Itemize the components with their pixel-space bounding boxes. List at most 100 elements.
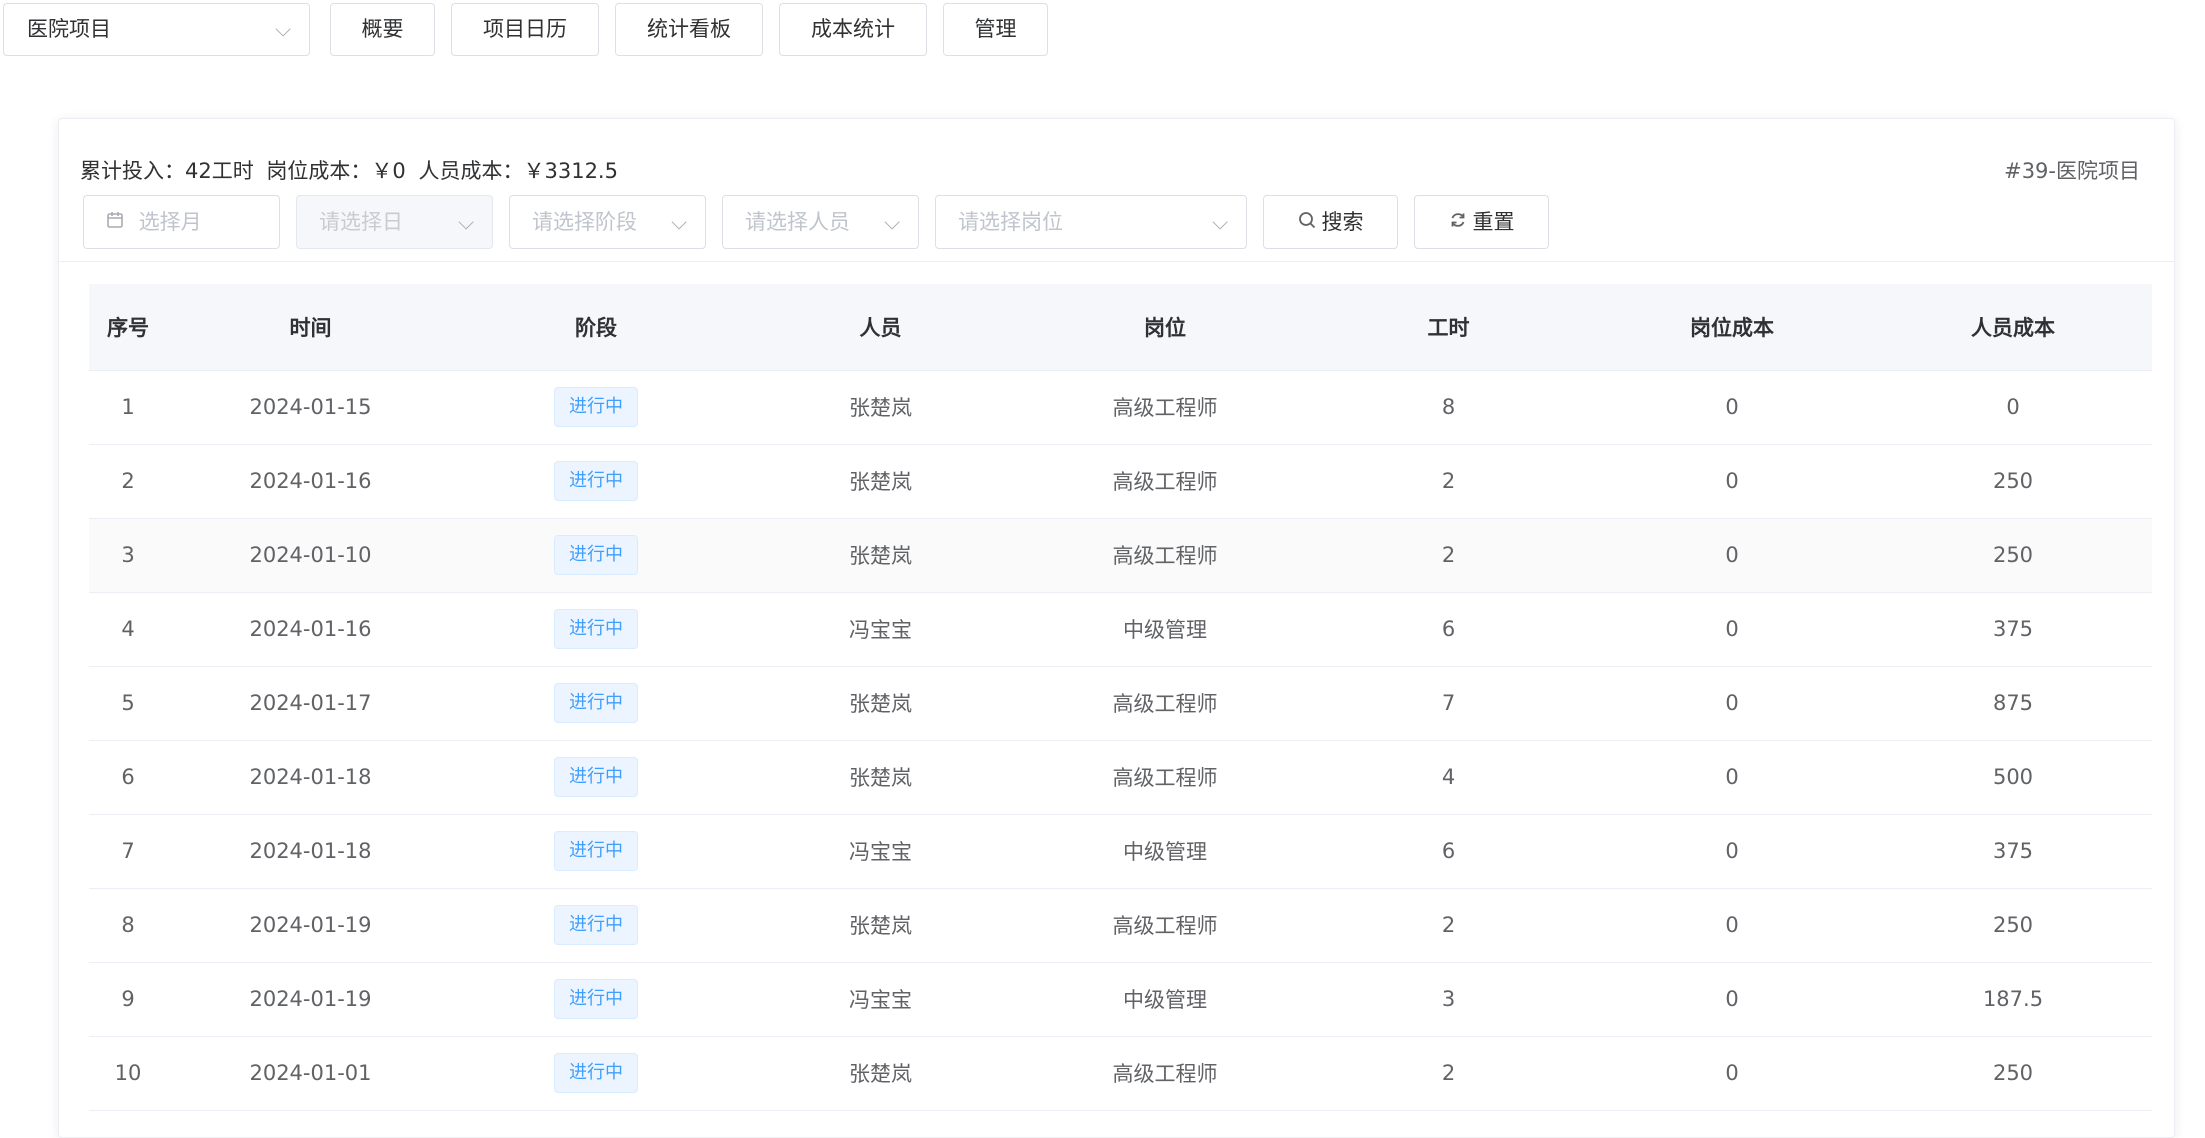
cell-position-cost: 0 (1590, 740, 1874, 815)
project-select-value: 医院项目 (27, 17, 111, 41)
cell-position: 高级工程师 (1023, 370, 1307, 445)
cell-position: 中级管理 (1023, 814, 1307, 889)
table-row[interactable]: 1 2024-01-15 进行中 张楚岚 高级工程师 8 0 0 (89, 370, 2152, 445)
cell-position-cost: 0 (1590, 666, 1874, 741)
cell-time: 2024-01-10 (167, 518, 454, 593)
calendar-icon (106, 196, 124, 248)
cell-position-cost: 0 (1590, 518, 1874, 593)
cell-hours: 2 (1307, 888, 1590, 963)
position-select[interactable]: 请选择岗位 ⌵ (935, 195, 1247, 249)
stage-select[interactable]: 请选择阶段 ⌵ (509, 195, 706, 249)
table-header-row: 序号 时间 阶段 人员 岗位 工时 岗位成本 人员成本 (89, 284, 2152, 371)
col-header-time: 时间 (167, 284, 454, 371)
chevron-down-icon: ⌵ (671, 210, 687, 234)
manage-button[interactable]: 管理 (943, 3, 1048, 56)
table-row[interactable]: 2 2024-01-16 进行中 张楚岚 高级工程师 2 0 250 (89, 444, 2152, 519)
cell-person: 张楚岚 (738, 888, 1023, 963)
cell-position-cost: 0 (1590, 962, 1874, 1037)
col-header-position: 岗位 (1023, 284, 1307, 371)
table-row[interactable]: 6 2024-01-18 进行中 张楚岚 高级工程师 4 0 500 (89, 740, 2152, 815)
cell-personnel-cost: 250 (1874, 888, 2152, 963)
col-header-stage: 阶段 (454, 284, 738, 371)
cell-person: 冯宝宝 (738, 962, 1023, 1037)
table-row[interactable]: 4 2024-01-16 进行中 冯宝宝 中级管理 6 0 375 (89, 592, 2152, 667)
position-placeholder: 请选择岗位 (958, 210, 1063, 234)
position-cost: 岗位成本：￥0 (266, 159, 406, 183)
cell-person: 张楚岚 (738, 740, 1023, 815)
cell-position-cost: 0 (1590, 888, 1874, 963)
chevron-down-icon: ⌵ (275, 17, 291, 41)
cell-personnel-cost: 500 (1874, 740, 2152, 815)
cell-index: 10 (89, 1036, 167, 1111)
cell-position: 高级工程师 (1023, 444, 1307, 519)
cell-person: 张楚岚 (738, 518, 1023, 593)
stage-tag: 进行中 (554, 609, 638, 649)
project-calendar-button[interactable]: 项目日历 (451, 3, 599, 56)
cell-time: 2024-01-18 (167, 814, 454, 889)
cell-personnel-cost: 250 (1874, 444, 2152, 519)
cell-index: 2 (89, 444, 167, 519)
stats-board-button[interactable]: 统计看板 (615, 3, 763, 56)
table-row[interactable]: 7 2024-01-18 进行中 冯宝宝 中级管理 6 0 375 (89, 814, 2152, 889)
cell-position: 高级工程师 (1023, 1036, 1307, 1111)
cell-index: 6 (89, 740, 167, 815)
cell-personnel-cost: 375 (1874, 592, 2152, 667)
day-select[interactable]: 请选择日 ⌵ (296, 195, 493, 249)
cell-personnel-cost: 875 (1874, 666, 2152, 741)
cell-stage: 进行中 (454, 1036, 738, 1111)
table-row[interactable]: 10 2024-01-01 进行中 张楚岚 高级工程师 2 0 250 (89, 1036, 2152, 1111)
cell-index: 1 (89, 370, 167, 445)
cell-stage: 进行中 (454, 518, 738, 593)
cell-position-cost: 0 (1590, 370, 1874, 445)
col-header-personnel-cost: 人员成本 (1874, 284, 2152, 371)
day-placeholder: 请选择日 (319, 210, 403, 234)
cell-position-cost: 0 (1590, 1036, 1874, 1111)
table-row[interactable]: 5 2024-01-17 进行中 张楚岚 高级工程师 7 0 875 (89, 666, 2152, 741)
cell-personnel-cost: 0 (1874, 370, 2152, 445)
cell-stage: 进行中 (454, 962, 738, 1037)
month-placeholder: 选择月 (138, 210, 202, 234)
search-label: 搜索 (1321, 210, 1364, 234)
col-header-hours: 工时 (1307, 284, 1590, 371)
table-row[interactable]: 8 2024-01-19 进行中 张楚岚 高级工程师 2 0 250 (89, 888, 2152, 963)
cell-stage: 进行中 (454, 666, 738, 741)
table-row[interactable]: 9 2024-01-19 进行中 冯宝宝 中级管理 3 0 187.5 (89, 962, 2152, 1037)
chevron-down-icon: ⌵ (458, 210, 474, 234)
month-picker[interactable]: 选择月 (83, 195, 280, 249)
search-button[interactable]: 搜索 (1263, 195, 1398, 249)
project-id-label: #39-医院项目 (2004, 159, 2140, 183)
stage-tag: 进行中 (554, 979, 638, 1019)
cell-stage: 进行中 (454, 444, 738, 519)
cell-index: 3 (89, 518, 167, 593)
cell-position-cost: 0 (1590, 592, 1874, 667)
reset-label: 重置 (1472, 210, 1515, 234)
cell-stage: 进行中 (454, 740, 738, 815)
project-select[interactable]: 医院项目 ⌵ (3, 3, 310, 56)
cell-stage: 进行中 (454, 592, 738, 667)
cost-stats-button[interactable]: 成本统计 (779, 3, 927, 56)
stage-tag: 进行中 (554, 1053, 638, 1093)
cell-hours: 6 (1307, 592, 1590, 667)
cell-personnel-cost: 187.5 (1874, 962, 2152, 1037)
cell-time: 2024-01-01 (167, 1036, 454, 1111)
cell-hours: 4 (1307, 740, 1590, 815)
cell-index: 5 (89, 666, 167, 741)
cell-hours: 3 (1307, 962, 1590, 1037)
cell-person: 张楚岚 (738, 1036, 1023, 1111)
person-select[interactable]: 请选择人员 ⌵ (722, 195, 919, 249)
cell-time: 2024-01-18 (167, 740, 454, 815)
top-toolbar: 医院项目 ⌵ 概要 项目日历 统计看板 成本统计 管理 (0, 0, 1100, 58)
refresh-icon (1449, 196, 1467, 248)
person-placeholder: 请选择人员 (745, 210, 850, 234)
cell-time: 2024-01-16 (167, 592, 454, 667)
stage-tag: 进行中 (554, 535, 638, 575)
cell-stage: 进行中 (454, 370, 738, 445)
cell-time: 2024-01-16 (167, 444, 454, 519)
cell-position: 中级管理 (1023, 592, 1307, 667)
overview-button[interactable]: 概要 (330, 3, 435, 56)
reset-button[interactable]: 重置 (1414, 195, 1549, 249)
cell-time: 2024-01-19 (167, 962, 454, 1037)
stage-placeholder: 请选择阶段 (532, 210, 637, 234)
table-row[interactable]: 3 2024-01-10 进行中 张楚岚 高级工程师 2 0 250 (89, 518, 2152, 593)
stage-tag: 进行中 (554, 461, 638, 501)
